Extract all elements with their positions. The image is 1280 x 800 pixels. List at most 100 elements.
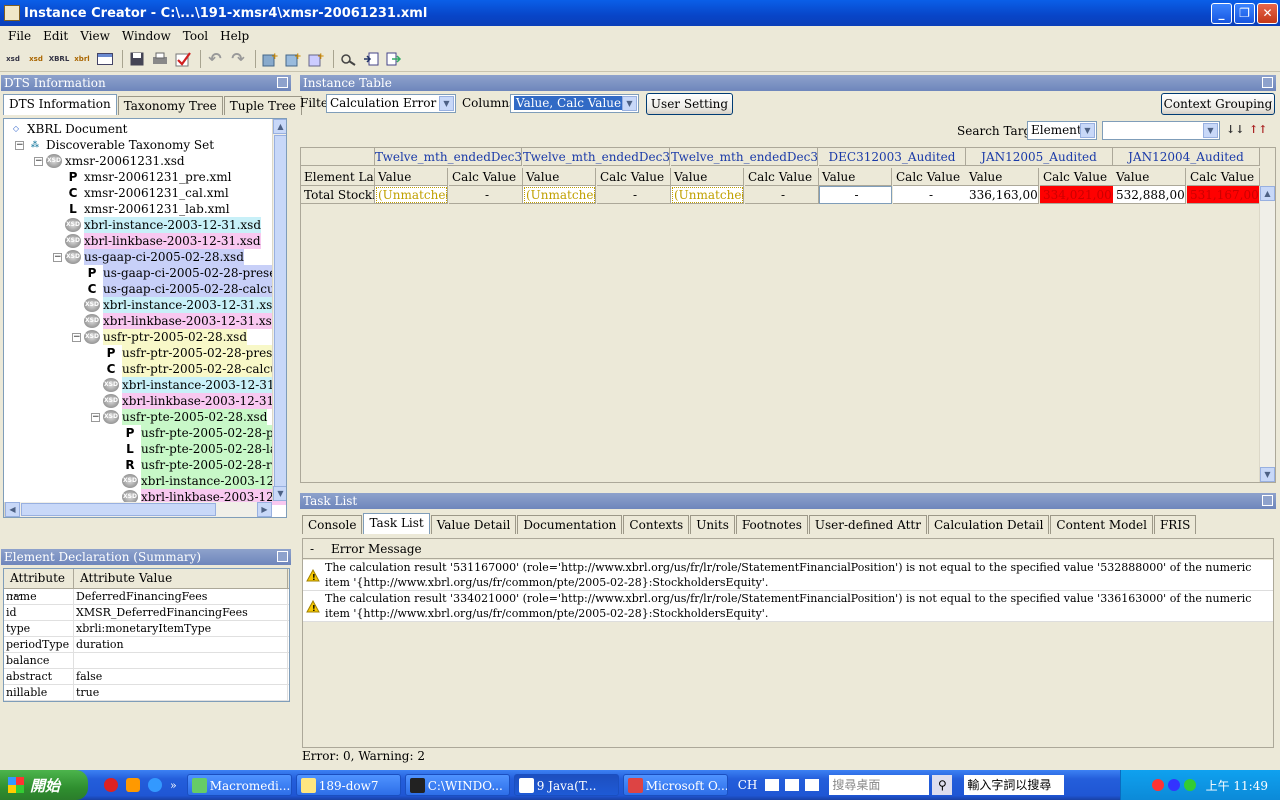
columns-select[interactable]: Value, Calc Value ▼ xyxy=(510,94,639,113)
grid-calc-header[interactable]: Calc Value xyxy=(597,168,671,186)
decl-row[interactable]: abstract false xyxy=(4,669,289,685)
user-setting-button[interactable]: User Setting xyxy=(646,93,733,115)
filter-select[interactable]: Calculation Error ▼ xyxy=(326,94,456,113)
add-element-icon[interactable]: + xyxy=(260,49,280,69)
tree-expander[interactable]: − xyxy=(91,413,100,422)
desktop-search-input[interactable]: 搜尋桌面 xyxy=(829,775,930,795)
search-icon[interactable]: ⚲ xyxy=(932,775,953,795)
minimize-button[interactable]: _ xyxy=(1211,3,1232,24)
grid-calc-header[interactable]: Calc Value xyxy=(893,168,967,186)
tree-node[interactable]: ⁂ Discoverable Taxonomy Set xyxy=(27,137,214,153)
context-grouping-button[interactable]: Context Grouping xyxy=(1161,93,1275,115)
tree-node[interactable]: Pusfr-pte-2005-02-28-present xyxy=(122,425,286,441)
tree-vscrollbar[interactable]: ▲ ▼ xyxy=(272,119,286,501)
add-context-icon[interactable]: + xyxy=(283,49,303,69)
grid-value[interactable]: (Unmatched ... xyxy=(523,186,596,204)
menu-window[interactable]: Window xyxy=(116,29,177,43)
chevron-down-icon[interactable]: ▼ xyxy=(1203,123,1218,138)
grid-calc-value[interactable]: 531,167,000 xyxy=(1187,186,1260,204)
language-indicator[interactable]: CH xyxy=(738,778,758,792)
tab-tuple-tree[interactable]: Tuple Tree xyxy=(223,96,302,115)
grid-corner[interactable] xyxy=(301,148,375,166)
maximize-icon[interactable] xyxy=(277,551,288,562)
tab-task-list[interactable]: Task List xyxy=(363,513,430,534)
grid-value-header[interactable]: Value xyxy=(671,168,744,186)
taskbar-app[interactable]: 9 Java(T... xyxy=(513,774,619,796)
new-xsd-icon[interactable]: xsd xyxy=(3,49,23,69)
grid-row-header[interactable]: Element Label xyxy=(301,168,375,186)
quicklaunch-icon[interactable] xyxy=(126,778,140,792)
grid-calc-value[interactable]: 334,021,000 xyxy=(1040,186,1114,204)
scroll-down-icon[interactable]: ▼ xyxy=(273,486,286,501)
decl-row[interactable]: type xbrli:monetaryItemType xyxy=(4,621,289,637)
dts-tree[interactable]: ◇ XBRL Document − ⁂ Discoverable Taxonomy Se… xyxy=(3,118,287,518)
help-icon[interactable] xyxy=(805,779,820,791)
instance-scrollbar[interactable]: ▲ ▼ xyxy=(1259,186,1275,482)
quicklaunch-icon[interactable] xyxy=(104,778,118,792)
scroll-thumb[interactable] xyxy=(21,503,216,516)
open-xsd-icon[interactable]: xsd xyxy=(26,49,46,69)
grid-value[interactable]: - xyxy=(819,186,892,204)
tree-node[interactable]: XSD usfr-ptr-2005-02-28.xsd xyxy=(84,329,248,345)
tree-node[interactable]: XSD usfr-pte-2005-02-28.xsd xyxy=(103,409,268,425)
tree-node[interactable]: Cusfr-ptr-2005-02-28-calculation xyxy=(103,361,286,377)
new-xbrl-icon[interactable]: XBRL xyxy=(49,49,70,69)
taskbar-app[interactable]: C:\WINDO... xyxy=(404,774,510,796)
scroll-left-icon[interactable]: ◀ xyxy=(5,502,20,517)
grid-calc-header[interactable]: Calc Value xyxy=(1040,168,1114,186)
close-button[interactable]: ✕ xyxy=(1257,3,1278,24)
open-xbrl-icon[interactable]: xbrl xyxy=(72,49,92,69)
tree-node[interactable]: Rusfr-pte-2005-02-28-referer xyxy=(122,457,286,473)
tree-node[interactable]: XSD xbrl-linkbase-2003-12-31.xsd xyxy=(84,313,280,329)
add-unit-icon[interactable]: + xyxy=(306,49,326,69)
maximize-icon[interactable] xyxy=(277,77,288,88)
tree-node[interactable]: Pxmsr-20061231_pre.xml xyxy=(65,169,232,185)
chevron-down-icon[interactable]: ▼ xyxy=(439,96,454,111)
export-icon[interactable] xyxy=(384,49,404,69)
grid-value[interactable]: 532,888,000 xyxy=(1113,186,1186,204)
search-target-select[interactable]: Element ▼ xyxy=(1027,121,1097,140)
grid-calc-header[interactable]: Calc Value xyxy=(449,168,523,186)
restore-button[interactable]: ❐ xyxy=(1234,3,1255,24)
tree-node[interactable]: Cus-gaap-ci-2005-02-28-calculation.x xyxy=(84,281,286,297)
tree-expander[interactable]: − xyxy=(15,141,24,150)
grid-context-header[interactable]: JAN12005_Audited xyxy=(966,148,1113,166)
tab-console[interactable]: Console xyxy=(302,515,363,534)
tab-taxonomy-tree[interactable]: Taxonomy Tree xyxy=(117,96,223,115)
decl-row[interactable]: id XMSR_DeferredFinancingFees xyxy=(4,605,289,621)
menu-view[interactable]: View xyxy=(74,29,116,43)
taskbar-app[interactable]: 189-dow7 xyxy=(295,774,401,796)
scroll-up-icon[interactable]: ▲ xyxy=(273,119,286,134)
task-row[interactable]: ! The calculation result '531167000' (ro… xyxy=(303,560,1273,591)
sort-up-icon[interactable]: ↑↑ xyxy=(1249,123,1267,139)
chevron-down-icon[interactable]: ▼ xyxy=(622,96,637,111)
tab-documentation[interactable]: Documentation xyxy=(517,515,623,534)
print-icon[interactable] xyxy=(150,49,170,69)
window-icon[interactable] xyxy=(95,49,115,69)
tree-node[interactable]: XSDxbrl-instance-2003-12-31.xs xyxy=(122,473,286,489)
undo-icon[interactable]: ↶ xyxy=(205,49,225,69)
tab-user-defined-attr[interactable]: User-defined Attr xyxy=(808,515,927,534)
grid-row-label[interactable]: Total Stockh... xyxy=(301,186,375,204)
save-icon[interactable] xyxy=(127,49,147,69)
grid-value-header[interactable]: Value xyxy=(375,168,448,186)
grid-value-header[interactable]: Value xyxy=(819,168,892,186)
decl-row[interactable]: periodType duration xyxy=(4,637,289,653)
grid-calc-value[interactable]: - xyxy=(449,186,523,204)
scroll-thumb[interactable] xyxy=(274,135,286,487)
decl-row[interactable]: name DeferredFinancingFees xyxy=(4,589,289,605)
tab-value-detail[interactable]: Value Detail xyxy=(430,515,517,534)
menu-edit[interactable]: Edit xyxy=(37,29,74,43)
inspect-icon[interactable] xyxy=(338,49,358,69)
grid-value[interactable]: (Unmatched ... xyxy=(375,186,448,204)
grid-context-header[interactable]: Twelve_mth_endedDec312... xyxy=(375,148,522,166)
search-hint[interactable]: 輸入字詞以搜尋 xyxy=(964,775,1065,795)
tree-node[interactable]: Lxmsr-20061231_lab.xml xyxy=(65,201,229,217)
tree-expander[interactable]: − xyxy=(53,253,62,262)
grid-value-header[interactable]: Value xyxy=(966,168,1039,186)
menu-file[interactable]: File xyxy=(2,29,37,43)
tab-footnotes[interactable]: Footnotes xyxy=(735,515,808,534)
tree-expander[interactable]: − xyxy=(34,157,43,166)
tree-node[interactable]: ◇ XBRL Document xyxy=(8,121,128,137)
tab-units[interactable]: Units xyxy=(690,515,735,534)
